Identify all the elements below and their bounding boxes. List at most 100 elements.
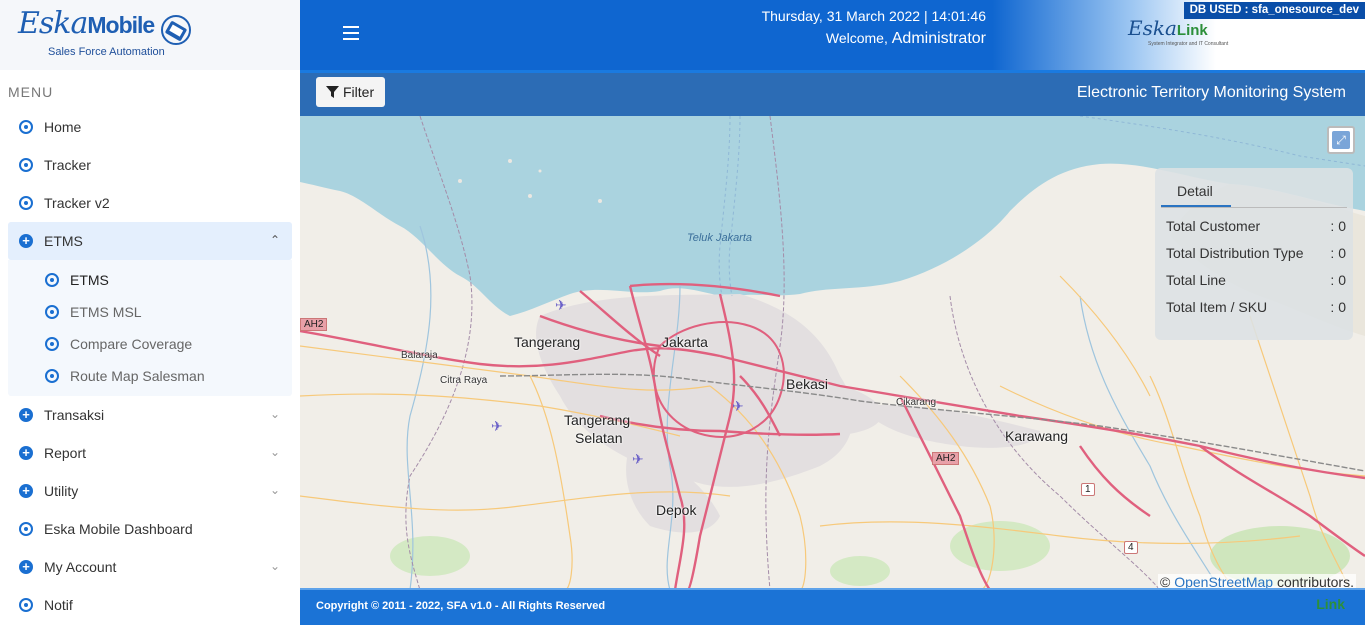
- sidebar-item-label: Home: [44, 119, 82, 135]
- menu-title: MENU: [8, 84, 54, 100]
- svg-text:✈: ✈: [491, 419, 503, 435]
- sidebar-item-transaksi[interactable]: + Transaksi ⌄: [0, 396, 300, 434]
- plus-circle-icon: +: [19, 484, 33, 498]
- detail-value: : 0: [1330, 272, 1346, 288]
- sidebar-item-label: My Account: [44, 559, 117, 575]
- radio-dot-icon: [19, 196, 33, 210]
- sidebar-item-label: Utility: [44, 483, 79, 499]
- detail-row-total-line: Total Line : 0: [1166, 272, 1346, 288]
- place-label-bekasi: Bekasi: [786, 376, 829, 392]
- radio-dot-icon: [19, 158, 33, 172]
- detail-value: : 0: [1330, 245, 1346, 261]
- brand-logo[interactable]: EskaMobile Sales Force Automation: [0, 0, 300, 70]
- submenu-item-route-map-salesman[interactable]: Route Map Salesman: [8, 360, 292, 392]
- detail-label: Total Customer: [1166, 218, 1261, 234]
- welcome-text: Welcome, Administrator: [826, 30, 986, 48]
- tab-detail[interactable]: Detail: [1161, 178, 1231, 208]
- place-label-balaraja: Balaraja: [401, 350, 438, 361]
- radio-dot-icon: [45, 337, 59, 351]
- detail-label: Total Distribution Type: [1166, 245, 1304, 261]
- welcome-label: Welcome,: [825, 30, 888, 46]
- copyright-text: Copyright © 2011 - 2022, SFA v1.0 - All …: [316, 600, 606, 612]
- submenu-item-etms[interactable]: ETMS: [8, 264, 292, 296]
- svg-text:✈: ✈: [732, 399, 744, 415]
- logo-wordmark: EskaMobile: [18, 6, 155, 41]
- partner-tagline: System Integrator and IT Consultant: [1148, 41, 1229, 47]
- radio-dot-icon: [45, 305, 59, 319]
- radio-dot-icon: [19, 522, 33, 536]
- filter-button[interactable]: Filter: [316, 77, 385, 107]
- radio-dot-icon: [45, 369, 59, 383]
- sidebar-item-label: Transaksi: [44, 407, 105, 423]
- road-shield-ah2: AH2: [300, 318, 328, 331]
- toolbar: Filter Electronic Territory Monitoring S…: [300, 73, 1365, 116]
- sidebar-item-tracker[interactable]: Tracker: [0, 146, 300, 184]
- top-header: Thursday, 31 March 2022 | 14:01:46 Welco…: [300, 0, 1365, 70]
- sidebar-item-tracker-v2[interactable]: Tracker v2: [0, 184, 300, 222]
- current-datetime: Thursday, 31 March 2022 | 14:01:46: [761, 8, 986, 24]
- sidebar-item-label: Tracker: [44, 157, 91, 173]
- sidebar-item-etms[interactable]: + ETMS ⌃: [8, 222, 292, 260]
- detail-value: : 0: [1330, 218, 1346, 234]
- sidebar-item-home[interactable]: Home: [0, 108, 300, 146]
- place-label-tangerang-selatan-line2: Selatan: [575, 430, 623, 446]
- chevron-down-icon: ⌄: [269, 445, 280, 459]
- phone-icon: [161, 15, 191, 45]
- user-name[interactable]: Administrator: [892, 30, 986, 47]
- plus-circle-icon: +: [19, 446, 33, 460]
- submenu-item-compare-coverage[interactable]: Compare Coverage: [8, 328, 292, 360]
- submenu-item-label: Compare Coverage: [70, 336, 193, 352]
- road-shield-4: 4: [1124, 541, 1138, 554]
- svg-text:✈: ✈: [555, 298, 567, 314]
- submenu-item-etms-msl[interactable]: ETMS MSL: [8, 296, 292, 328]
- radio-dot-icon: [45, 273, 59, 287]
- detail-row-total-item-sku: Total Item / SKU : 0: [1166, 299, 1346, 315]
- place-label-citra-raya: Citra Raya: [440, 375, 488, 386]
- submenu-item-label: ETMS MSL: [70, 304, 142, 320]
- road-shield-ah2: AH2: [932, 452, 960, 465]
- place-label-tangerang: Tangerang: [514, 334, 581, 350]
- road-shield-1: 1: [1081, 483, 1095, 496]
- partner-logo: EskaLink: [1128, 16, 1208, 40]
- detail-row-total-customer: Total Customer : 0: [1166, 218, 1346, 234]
- detail-label: Total Line: [1166, 272, 1226, 288]
- filter-icon: [326, 85, 339, 98]
- place-label-jakarta: Jakarta: [662, 334, 708, 350]
- sidebar-item-my-account[interactable]: + My Account ⌄: [0, 548, 300, 586]
- hamburger-menu-icon[interactable]: [343, 26, 359, 40]
- logo-tagline: Sales Force Automation: [48, 46, 165, 58]
- detail-panel: Detail Total Customer : 0 Total Distribu…: [1155, 168, 1353, 340]
- plus-circle-icon: +: [19, 408, 33, 422]
- db-used-badge: DB USED : sfa_onesource_dev: [1183, 2, 1365, 19]
- sidebar-item-eska-mobile-dashboard[interactable]: Eska Mobile Dashboard: [0, 510, 300, 548]
- sidebar-item-label: Notif: [44, 597, 73, 613]
- etms-submenu: ETMS ETMS MSL Compare Coverage Route Map…: [8, 260, 292, 396]
- chevron-down-icon: ⌄: [269, 559, 280, 573]
- chevron-down-icon: ⌄: [269, 407, 280, 421]
- sidebar-item-report[interactable]: + Report ⌄: [0, 434, 300, 472]
- sidebar-item-label: Eska Mobile Dashboard: [44, 521, 193, 537]
- place-label-teluk-jakarta: Teluk Jakarta: [687, 232, 753, 244]
- svg-text:✈: ✈: [632, 452, 644, 468]
- detail-value: : 0: [1330, 299, 1346, 315]
- detail-label: Total Item / SKU: [1166, 299, 1268, 315]
- sidebar: EskaMobile Sales Force Automation MENU H…: [0, 0, 300, 625]
- plus-circle-icon: +: [19, 560, 33, 574]
- radio-dot-icon: [19, 120, 33, 134]
- sidebar-item-utility[interactable]: + Utility ⌄: [0, 472, 300, 510]
- place-label-depok: Depok: [656, 502, 697, 518]
- sidebar-item-label: Report: [44, 445, 87, 461]
- filter-label: Filter: [343, 84, 375, 100]
- sidebar-item-notif[interactable]: Notif: [0, 586, 300, 624]
- sidebar-item-label: Tracker v2: [44, 195, 110, 211]
- detail-row-total-distribution-type: Total Distribution Type : 0: [1166, 245, 1346, 261]
- fullscreen-button[interactable]: ⤢: [1327, 126, 1355, 154]
- map-view[interactable]: ✈ ✈ ✈ ✈ Teluk Jakarta Tangerang Jakarta …: [300, 116, 1365, 590]
- page-title: Electronic Territory Monitoring System: [1076, 84, 1346, 101]
- chevron-up-icon: ⌃: [269, 233, 280, 247]
- submenu-item-label: Route Map Salesman: [70, 368, 205, 384]
- place-label-tangerang-selatan: Tangerang: [564, 412, 631, 428]
- submenu-item-label: ETMS: [70, 272, 109, 288]
- sidebar-item-label: ETMS: [44, 233, 83, 249]
- tab-divider: [1161, 207, 1347, 208]
